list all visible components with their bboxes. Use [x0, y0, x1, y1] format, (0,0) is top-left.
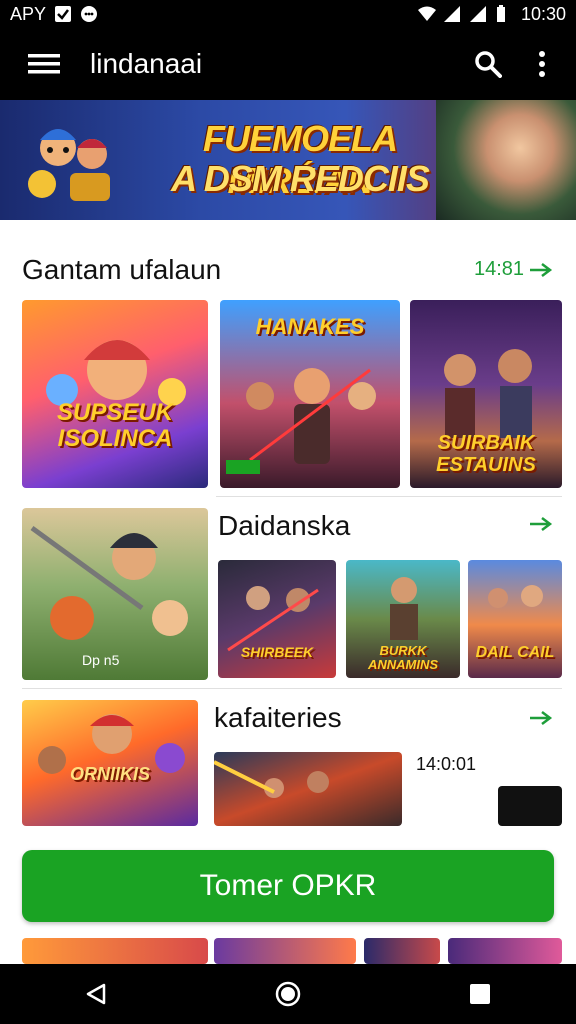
more-vertical-icon	[539, 51, 545, 77]
message-notification-icon	[80, 5, 98, 23]
recents-button[interactable]	[460, 974, 500, 1014]
section-3-featured-caption: ORNIIKIS	[69, 764, 150, 784]
app-title: lindanaai	[90, 48, 203, 79]
section-3-featured-art	[38, 714, 185, 774]
game-card-3-caption: SUIRBAIK ESTAUINS	[436, 432, 536, 476]
section-2-card-3-caption: DAIL CAIL	[475, 644, 555, 661]
section-2-card-3[interactable]: DAIL CAIL	[468, 560, 562, 678]
home-circle-icon	[275, 981, 301, 1007]
section-divider-1	[216, 496, 562, 497]
status-left: APY	[10, 4, 98, 25]
status-bar: APY 10:30	[0, 0, 576, 28]
search-icon	[475, 51, 502, 78]
section-1-more-text: 14:81	[474, 258, 525, 280]
section-divider-2	[22, 688, 562, 689]
menu-button[interactable]	[24, 44, 64, 84]
section-2-title: Daidanska	[218, 510, 351, 541]
section-2-featured-card[interactable]: Dp n5	[22, 508, 208, 680]
signal-icon	[443, 5, 461, 23]
game-card-3[interactable]: SUIRBAIK ESTAUINS	[410, 300, 562, 488]
section-2-card-1-caption: SHIRBEEK	[240, 644, 314, 660]
section-3-featured-card[interactable]: ORNIIKIS	[22, 700, 198, 826]
arrow-right-icon	[530, 711, 553, 725]
peek-card-4[interactable]	[448, 938, 562, 964]
section-3-title: kafaiteries	[214, 702, 342, 733]
wifi-icon	[417, 5, 436, 23]
battery-icon	[495, 5, 513, 23]
section-2-featured-caption: Dp n5	[82, 652, 120, 668]
app-bar: lindanaai	[0, 28, 576, 100]
status-carrier-text: APY	[10, 3, 47, 24]
search-button[interactable]	[468, 44, 508, 84]
recents-square-icon	[470, 984, 490, 1004]
game-card-1-caption: SUPSEUK ISOLINCA	[56, 399, 174, 452]
game-card-1-art	[46, 340, 186, 406]
game-card-2-art	[226, 368, 376, 474]
back-triangle-icon	[86, 983, 106, 1005]
home-button[interactable]	[268, 974, 308, 1014]
primary-cta-button[interactable]: Tomer OPKR	[22, 850, 554, 922]
hamburger-menu-icon	[28, 54, 60, 74]
section-2-card-1[interactable]: SHIRBEEK	[218, 560, 336, 678]
overflow-menu-button[interactable]	[532, 44, 552, 84]
peek-card-2[interactable]	[214, 938, 356, 964]
section-3-more-link[interactable]	[528, 710, 554, 726]
signal-2-icon	[469, 5, 487, 23]
banner-hero-art	[436, 100, 576, 220]
section-1-title: Gantam ufalaun	[22, 254, 222, 285]
game-card-1[interactable]: SUPSEUK ISOLINCA	[22, 300, 208, 488]
checkbox-notification-icon	[54, 5, 72, 23]
section-3-timestamp: 14:0:01	[416, 754, 477, 774]
back-button[interactable]	[76, 974, 116, 1014]
arrow-right-icon	[530, 517, 553, 531]
banner-title-line-2: A DSM REDCIIS	[171, 158, 430, 199]
section-3-card-2[interactable]	[498, 786, 562, 826]
section-2-card-2-caption: BURKK ANNAMINS	[367, 643, 439, 672]
section-2-card-2[interactable]: BURKK ANNAMINS	[346, 560, 460, 678]
promo-banner[interactable]: FUEMOELA MIRÉIAN A DSM REDCIIS	[0, 100, 576, 220]
section-2-card-1-art	[227, 586, 319, 652]
banner-characters-image	[28, 129, 110, 201]
section-3-card-1[interactable]	[214, 752, 402, 826]
status-time: 10:30	[520, 3, 566, 24]
peek-card-3[interactable]	[364, 938, 440, 964]
section-3-card-1-art	[214, 760, 329, 798]
game-card-2[interactable]: HANAKES	[220, 300, 400, 488]
system-nav-bar	[0, 964, 576, 1024]
status-right: 10:30	[417, 4, 566, 25]
section-2-more-link[interactable]	[528, 516, 554, 532]
section-1-more-link[interactable]: 14:81	[474, 258, 554, 281]
arrow-right-icon	[530, 262, 553, 277]
peek-card-1[interactable]	[22, 938, 208, 964]
